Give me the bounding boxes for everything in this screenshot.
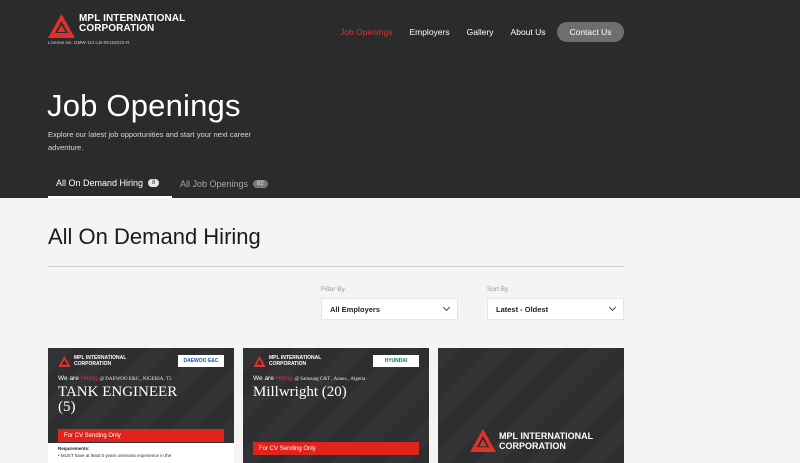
company-logo[interactable]: MPL INTERNATIONAL CORPORATION <box>48 14 185 38</box>
tab-on-demand-hiring[interactable]: All On Demand Hiring 8 <box>48 170 172 198</box>
tab-count-badge: 8 <box>148 179 160 187</box>
main-nav: Job Openings Employers Gallery About Us <box>340 22 563 42</box>
card-company-logo: MPL INTERNATIONAL CORPORATION <box>470 429 593 452</box>
card-logo-line2: CORPORATION <box>499 440 566 451</box>
sort-label: Sort By <box>487 286 509 293</box>
chevron-down-icon <box>442 303 451 312</box>
contact-us-button[interactable]: Contact Us <box>557 22 624 42</box>
logo-text: MPL INTERNATIONAL CORPORATION <box>79 14 185 34</box>
hero-header: MPL INTERNATIONAL CORPORATION License No… <box>0 0 800 198</box>
employer-logo: DAEWOO E&C <box>178 355 224 367</box>
logo-triangle-icon <box>58 356 71 367</box>
card-logo-line2: CORPORATION <box>74 360 112 367</box>
nav-job-openings[interactable]: Job Openings <box>340 22 392 42</box>
logo-triangle-icon <box>253 356 266 367</box>
card-logo-line2: CORPORATION <box>269 360 307 367</box>
tab-count-badge: 82 <box>253 180 268 188</box>
employer-logo: HYUNDAI <box>373 355 419 367</box>
job-title-line1: TANK ENGINEER <box>58 384 178 400</box>
job-tabs: All On Demand Hiring 8 All Job Openings … <box>48 170 276 198</box>
hiring-word: Hiring <box>275 375 293 382</box>
card-company-logo: MPL INTERNATIONAL CORPORATION <box>253 355 321 367</box>
logo-triangle-icon <box>48 14 75 38</box>
hiring-prefix: We are <box>58 375 79 382</box>
nav-about-us[interactable]: About Us <box>511 22 546 42</box>
tab-label: All Job Openings <box>180 179 249 189</box>
logo-line2: CORPORATION <box>79 23 155 34</box>
job-card[interactable]: MPL INTERNATIONAL CORPORATION DAEWOO E&C… <box>48 348 234 463</box>
hiring-prefix: We are <box>253 375 274 382</box>
page-title: Job Openings <box>47 88 241 123</box>
job-title: TANK ENGINEER (5) <box>58 385 177 415</box>
filter-value: All Employers <box>330 304 381 314</box>
job-location: @ Samsung C&T , Annex , Algeria <box>294 377 366 382</box>
requirement-item: • MUST have at least 5 years overseas ex… <box>58 453 172 458</box>
tab-label: All On Demand Hiring <box>56 178 144 188</box>
filter-label: Filter By <box>321 286 345 293</box>
card-logo-line1: MPL INTERNATIONAL <box>499 430 594 441</box>
logo-triangle-icon <box>470 429 496 452</box>
job-title-line1: Millwright (20) <box>253 384 347 400</box>
cv-sending-banner: For CV Sending Only <box>58 429 224 442</box>
license-number: License No. DMW-112-LB-06152023-R <box>48 40 130 45</box>
requirements-heading: Requirements: <box>58 446 90 451</box>
section-title: All On Demand Hiring <box>48 224 261 249</box>
job-title-line2: (5) <box>58 399 76 415</box>
nav-gallery[interactable]: Gallery <box>467 22 494 42</box>
card-company-logo: MPL INTERNATIONAL CORPORATION <box>58 355 126 367</box>
section-divider <box>48 266 624 267</box>
filter-employer-select[interactable]: All Employers <box>321 298 458 320</box>
job-card[interactable]: MPL INTERNATIONAL CORPORATION HYUNDAI We… <box>243 348 429 463</box>
cv-sending-banner: For CV Sending Only <box>253 442 419 455</box>
sort-value: Latest - Oldest <box>496 304 549 314</box>
job-title: Millwright (20) <box>253 385 347 400</box>
sort-select[interactable]: Latest - Oldest <box>487 298 624 320</box>
chevron-down-icon <box>608 303 617 312</box>
hiring-line: We are Hiring @ Samsung C&T , Annex , Al… <box>253 375 365 382</box>
hiring-word: Hiring <box>80 375 98 382</box>
tab-all-job-openings[interactable]: All Job Openings 82 <box>172 170 276 198</box>
job-location: @ DAEWOO E&C , NIGERIA, T3 <box>99 377 172 382</box>
requirements: Requirements: • MUST have at least 5 yea… <box>48 443 234 463</box>
hiring-line: We are Hiring @ DAEWOO E&C , NIGERIA, T3 <box>58 375 171 382</box>
nav-employers[interactable]: Employers <box>409 22 449 42</box>
page-subtitle: Explore our latest job opportunities and… <box>48 130 252 152</box>
job-card[interactable]: MPL INTERNATIONAL CORPORATION <box>438 348 624 463</box>
